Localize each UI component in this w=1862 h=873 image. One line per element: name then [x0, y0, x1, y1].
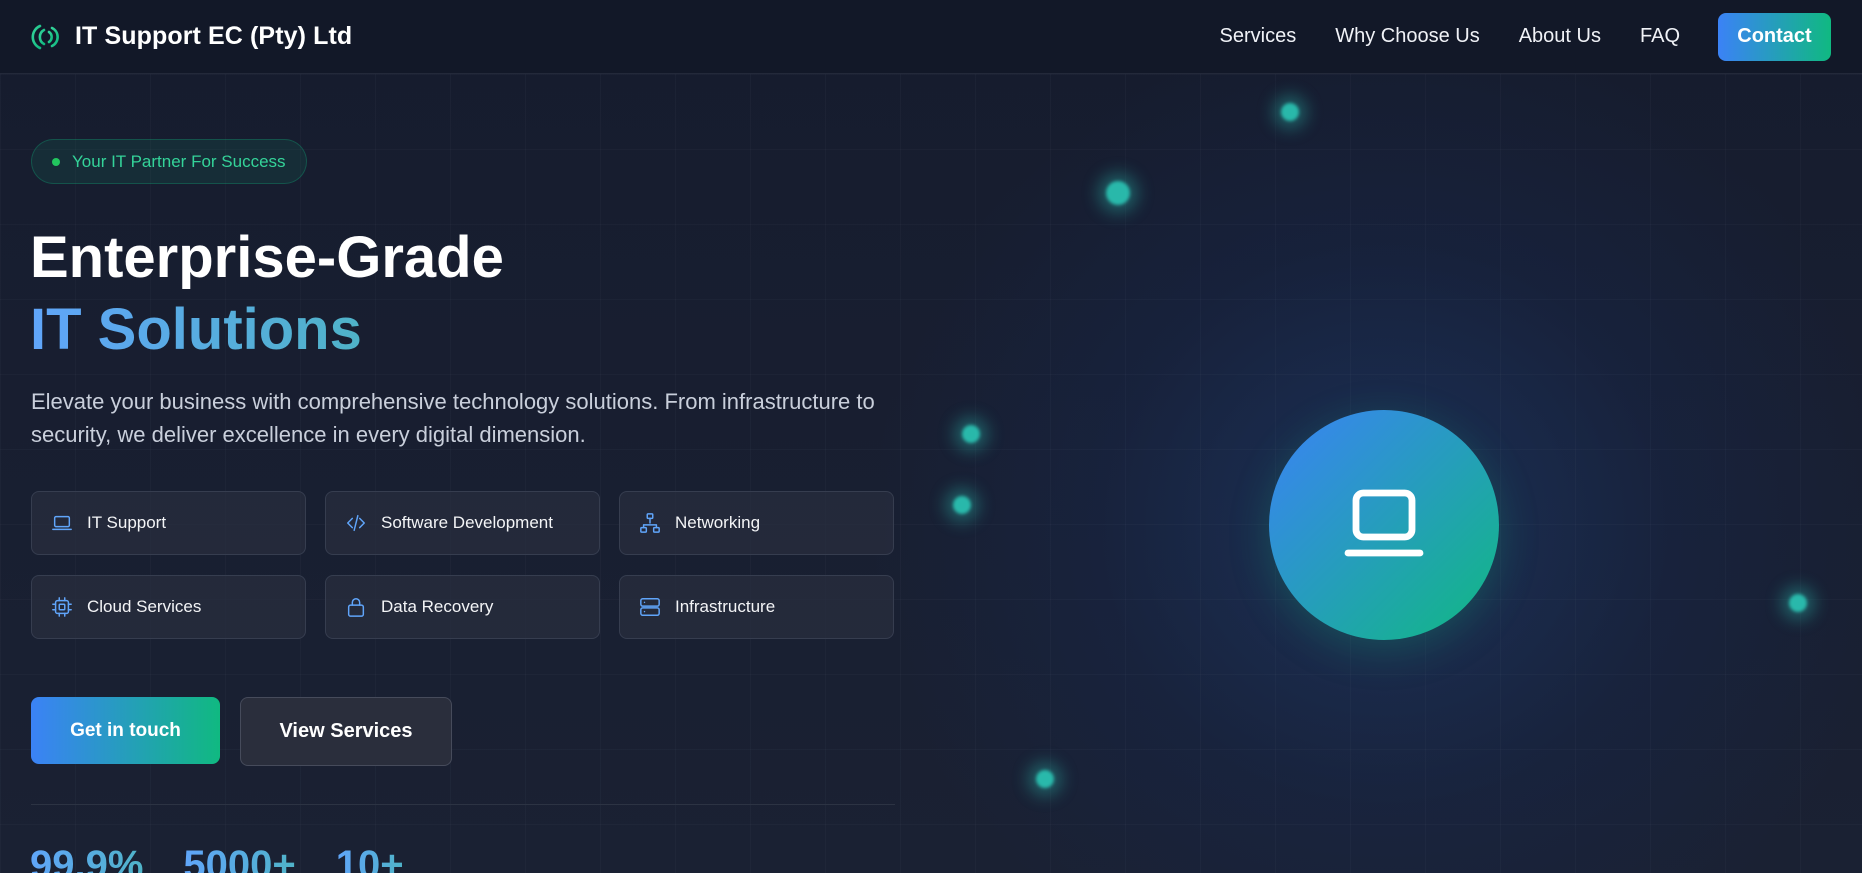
service-card-software-development[interactable]: Software Development — [325, 491, 600, 555]
brand[interactable]: IT Support EC (Pty) Ltd — [31, 22, 352, 52]
stats-row: 99.9% 5000+ 10+ — [30, 840, 404, 873]
glow-dot — [1106, 181, 1130, 205]
glow-dot — [953, 496, 971, 514]
view-services-button[interactable]: View Services — [240, 697, 452, 766]
stat-clients: 5000+ — [183, 840, 295, 873]
service-label: Data Recovery — [381, 597, 494, 616]
glow-dot — [1789, 594, 1807, 612]
service-card-it-support[interactable]: IT Support — [31, 491, 306, 555]
hero-title-line1: Enterprise-Grade — [30, 225, 504, 290]
lock-icon — [347, 598, 365, 617]
laptop-icon — [1344, 489, 1424, 557]
code-icon — [347, 514, 365, 532]
badge-text: Your IT Partner For Success — [72, 151, 286, 171]
stat-uptime: 99.9% — [30, 840, 143, 873]
badge-dot-icon — [52, 157, 60, 166]
glow-dot — [1036, 770, 1054, 788]
service-card-infrastructure[interactable]: Infrastructure — [619, 575, 894, 639]
glow-dot — [962, 425, 980, 443]
service-card-cloud-services[interactable]: Cloud Services — [31, 575, 306, 639]
service-label: Software Development — [381, 513, 553, 532]
stat-years: 10+ — [336, 840, 404, 873]
laptop-icon — [52, 515, 72, 531]
brand-name: IT Support EC (Pty) Ltd — [75, 22, 353, 50]
page: IT Support EC (Pty) Ltd Services Why Cho… — [0, 0, 1862, 873]
network-icon — [640, 513, 660, 533]
glow-dot — [1281, 103, 1299, 121]
nav-link-why-choose-us[interactable]: Why Choose Us — [1335, 25, 1480, 48]
nav-link-faq[interactable]: FAQ — [1640, 25, 1680, 48]
signal-logo-icon — [31, 24, 59, 49]
service-label: IT Support — [87, 513, 167, 532]
chip-icon — [52, 597, 72, 617]
service-label: Infrastructure — [675, 597, 776, 616]
hero-illustration — [1269, 410, 1499, 640]
service-label: Cloud Services — [87, 597, 202, 616]
get-in-touch-button[interactable]: Get in touch — [31, 697, 220, 764]
tagline-badge: Your IT Partner For Success — [31, 139, 307, 184]
nav-link-services[interactable]: Services — [1220, 25, 1297, 48]
service-card-networking[interactable]: Networking — [619, 491, 894, 555]
service-label: Networking — [675, 513, 761, 532]
top-navbar: IT Support EC (Pty) Ltd Services Why Cho… — [0, 0, 1862, 74]
hero-title-line2: IT Solutions — [30, 294, 362, 366]
server-icon — [640, 598, 660, 616]
nav-links: Services Why Choose Us About Us FAQ Cont… — [1181, 12, 1831, 61]
hero-description: Elevate your business with comprehensive… — [31, 389, 875, 447]
nav-link-about-us[interactable]: About Us — [1519, 25, 1601, 48]
services-grid: IT Support Software Development Networki… — [31, 491, 894, 639]
contact-button[interactable]: Contact — [1718, 12, 1831, 61]
service-card-data-recovery[interactable]: Data Recovery — [325, 575, 600, 639]
stats-divider — [31, 804, 895, 805]
